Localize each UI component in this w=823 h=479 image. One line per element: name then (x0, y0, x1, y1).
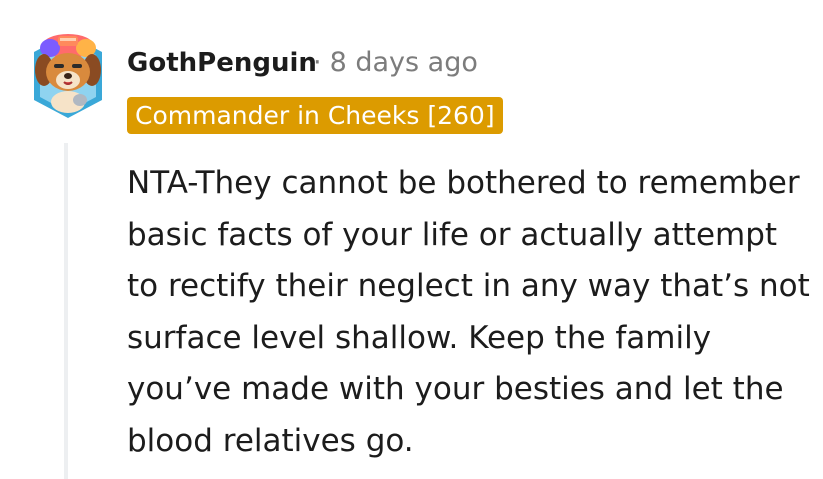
user-flair-badge: Commander in Cheeks [260] (127, 97, 503, 134)
comment-timestamp[interactable]: 8 days ago (330, 47, 478, 78)
dog-avatar-icon (34, 34, 102, 118)
username-link[interactable]: GothPenguin (127, 46, 317, 80)
comment-body: NTA-They cannot be bothered to remember … (127, 165, 810, 459)
meta-separator: · (313, 47, 322, 78)
user-avatar[interactable] (28, 28, 108, 124)
comment: GothPenguin · 8 days ago Commander in Che… (0, 0, 823, 479)
thread-collapse-line[interactable] (64, 143, 68, 479)
comment-meta: · 8 days ago (313, 46, 478, 80)
